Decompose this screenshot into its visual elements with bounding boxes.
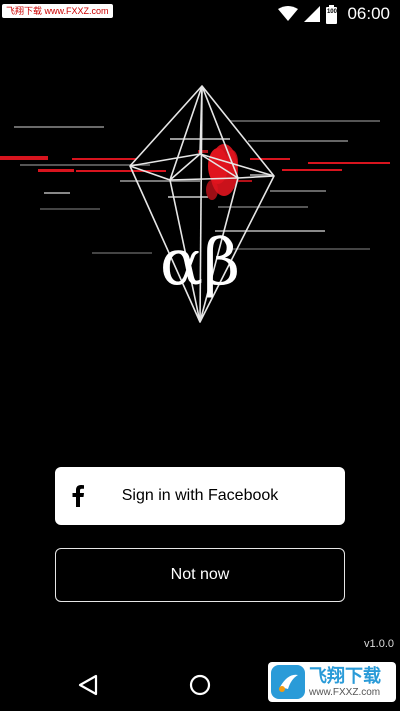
app-logo-artwork: αβ [0,70,400,340]
not-now-button[interactable]: Not now [55,548,345,602]
battery-level: 100 [326,8,337,15]
facebook-icon [72,485,84,507]
watermark-url: www.FXXZ.com [309,686,381,698]
facebook-button-label: Sign in with Facebook [121,487,279,504]
not-now-button-label: Not now [170,566,230,583]
app-version: v1.0.0 [364,638,394,650]
watermark-logo: 飞翔下载 www.FXXZ.com [268,662,396,702]
home-icon[interactable] [189,674,211,696]
sign-in-facebook-button[interactable]: Sign in with Facebook [55,467,345,525]
status-clock: 06:00 [347,4,390,23]
fxxz-logo-icon [271,665,305,699]
cell-signal-icon [304,6,321,22]
app-logo-text: αβ [160,226,240,300]
watermark-text: 飞翔下载 www.FXXZ.com [309,667,381,698]
wifi-icon [278,6,299,22]
watermark-badge: 飞翔下载 www.FXXZ.com [2,4,113,18]
red-particle-cluster [198,144,252,200]
back-icon[interactable] [78,674,98,696]
status-bar: 飞翔下载 www.FXXZ.com 100 06:00 [0,0,400,28]
watermark-title: 飞翔下载 [309,665,381,686]
battery-icon: 100 [326,4,338,24]
status-icons: 100 06:00 [278,4,390,24]
